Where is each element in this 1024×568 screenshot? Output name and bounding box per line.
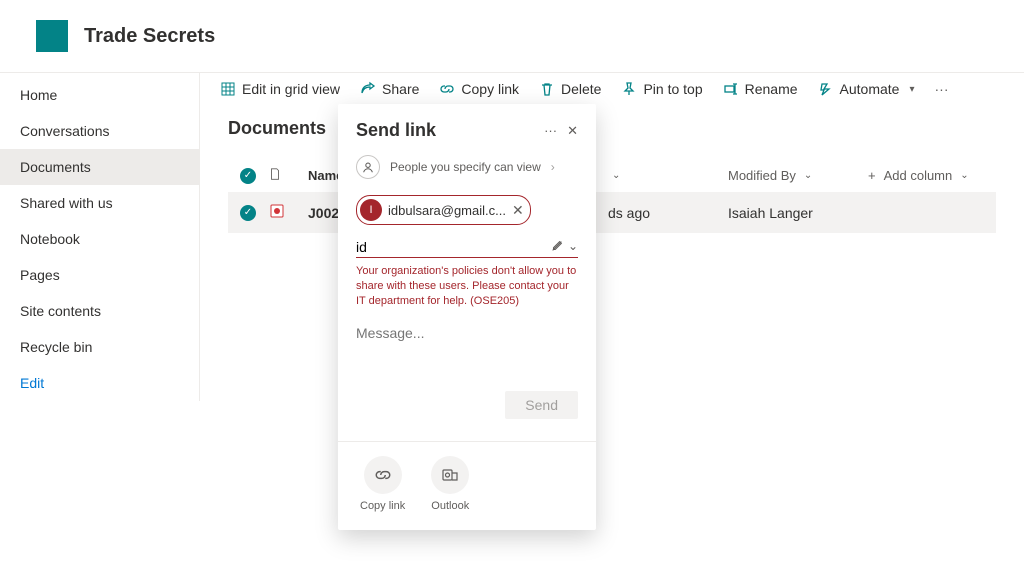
cmd-delete[interactable]: Delete bbox=[539, 81, 601, 97]
nav-edit[interactable]: Edit bbox=[0, 365, 199, 401]
chip-email: idbulsara@gmail.c... bbox=[388, 203, 506, 218]
cmd-pin[interactable]: Pin to top bbox=[621, 81, 702, 97]
select-all-check[interactable]: ✓ bbox=[240, 168, 256, 184]
send-button[interactable]: Send bbox=[505, 391, 578, 419]
column-add[interactable]: +Add column⌄ bbox=[868, 168, 969, 183]
chevron-down-icon[interactable]: ⌄ bbox=[568, 239, 578, 256]
cmd-edit-grid[interactable]: Edit in grid view bbox=[220, 81, 340, 97]
file-modified-by: Isaiah Langer bbox=[728, 205, 868, 221]
outlook-icon bbox=[431, 456, 469, 494]
site-logo bbox=[36, 20, 68, 52]
pencil-off-icon[interactable] bbox=[550, 239, 564, 256]
chevron-down-icon: ▾ bbox=[909, 84, 914, 95]
file-icon bbox=[268, 202, 308, 223]
copy-link-action[interactable]: Copy link bbox=[360, 456, 405, 512]
outlook-action[interactable]: Outlook bbox=[431, 456, 469, 512]
dialog-more-button[interactable]: ··· bbox=[544, 123, 557, 139]
nav-documents[interactable]: Documents bbox=[0, 149, 199, 185]
pin-icon bbox=[621, 81, 637, 97]
nav-conversations[interactable]: Conversations bbox=[0, 113, 199, 149]
chevron-down-icon: ⌄ bbox=[804, 170, 812, 181]
cmd-overflow[interactable]: ··· bbox=[935, 81, 949, 97]
dialog-close-button[interactable]: ✕ bbox=[567, 123, 578, 139]
avatar: I bbox=[360, 199, 382, 221]
nav-recycle-bin[interactable]: Recycle bin bbox=[0, 329, 199, 365]
cmd-rename[interactable]: Rename bbox=[723, 81, 798, 97]
nav-site-contents[interactable]: Site contents bbox=[0, 293, 199, 329]
link-icon bbox=[439, 81, 455, 97]
send-link-dialog: Send link ··· ✕ People you specify can v… bbox=[338, 104, 596, 530]
people-icon bbox=[356, 155, 380, 179]
grid-icon bbox=[220, 81, 236, 97]
nav-pages[interactable]: Pages bbox=[0, 257, 199, 293]
nav-notebook[interactable]: Notebook bbox=[0, 221, 199, 257]
row-check[interactable]: ✓ bbox=[240, 205, 256, 221]
trash-icon bbox=[539, 81, 555, 97]
share-error-message: Your organization's policies don't allow… bbox=[356, 264, 578, 309]
chip-remove-button[interactable]: ✕ bbox=[512, 202, 524, 219]
column-modified[interactable]: Modified⌄ bbox=[608, 170, 728, 181]
nav-home[interactable]: Home bbox=[0, 77, 199, 113]
cmd-automate[interactable]: Automate ▾ bbox=[818, 81, 915, 97]
side-nav: Home Conversations Documents Shared with… bbox=[0, 73, 200, 401]
chevron-right-icon: › bbox=[551, 160, 555, 174]
link-icon bbox=[364, 456, 402, 494]
flow-icon bbox=[818, 81, 834, 97]
link-settings-button[interactable]: People you specify can view › bbox=[356, 155, 578, 179]
recipient-chip: I idbulsara@gmail.c... ✕ bbox=[356, 195, 531, 225]
rename-icon bbox=[723, 81, 739, 97]
cmd-copy-link[interactable]: Copy link bbox=[439, 81, 519, 97]
share-icon bbox=[360, 81, 376, 97]
message-input[interactable] bbox=[356, 325, 578, 341]
recipient-input[interactable] bbox=[356, 237, 526, 257]
file-modified: ds ago bbox=[608, 205, 728, 221]
dialog-title: Send link bbox=[356, 120, 436, 141]
ellipsis-icon: ··· bbox=[935, 81, 949, 97]
nav-shared-with-us[interactable]: Shared with us bbox=[0, 185, 199, 221]
chevron-down-icon: ⌄ bbox=[960, 170, 968, 181]
filetype-column[interactable] bbox=[268, 167, 308, 184]
plus-icon: + bbox=[868, 168, 876, 183]
command-bar: Edit in grid view Share Copy link Delete bbox=[200, 73, 1024, 106]
site-title: Trade Secrets bbox=[84, 25, 215, 48]
column-modified-by[interactable]: Modified By⌄ bbox=[728, 168, 868, 183]
cmd-share[interactable]: Share bbox=[360, 81, 419, 97]
chevron-down-icon: ⌄ bbox=[612, 170, 620, 181]
